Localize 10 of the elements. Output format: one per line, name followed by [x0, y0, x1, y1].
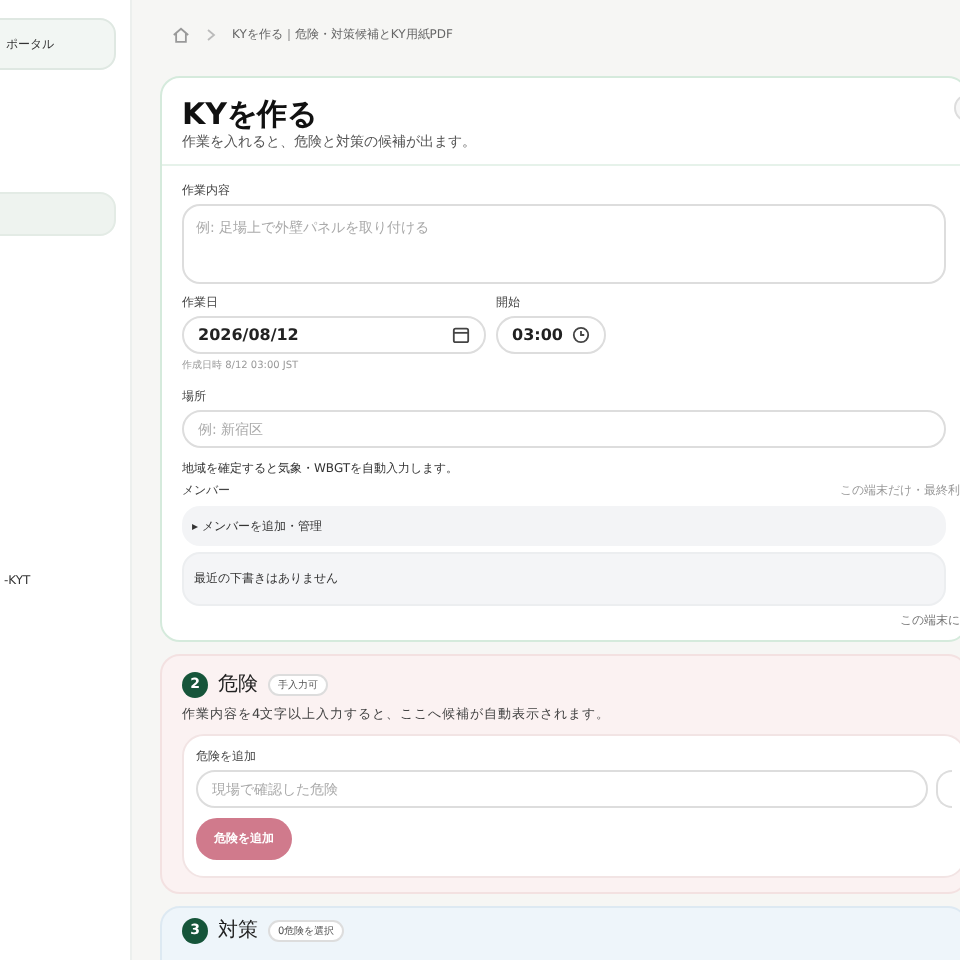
section-title: 対策 [218, 917, 258, 944]
clock-icon[interactable] [572, 326, 590, 344]
page-title: KYを作る [182, 96, 319, 132]
select-field[interactable] [936, 770, 952, 808]
section-title: 危険 [218, 672, 258, 698]
chevron-icon [206, 27, 216, 41]
time-field[interactable]: 03:00 [496, 316, 606, 354]
calendar-icon[interactable] [452, 326, 470, 344]
date-field[interactable]: 2026/08/12 [182, 316, 486, 354]
home-icon[interactable] [172, 25, 190, 43]
